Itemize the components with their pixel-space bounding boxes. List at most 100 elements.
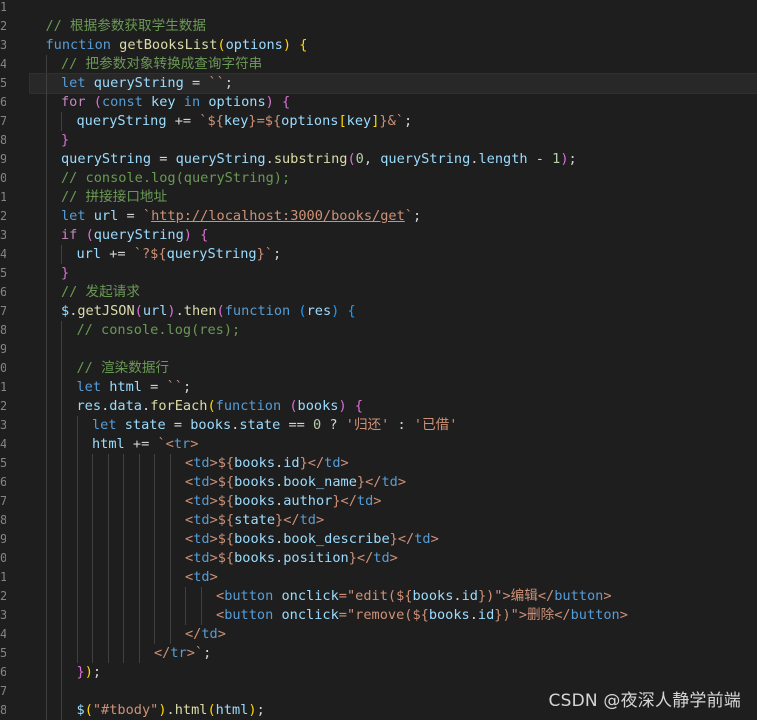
indent-guide — [45, 150, 47, 169]
code-line[interactable]: // console.log(res); — [30, 321, 757, 340]
code-line[interactable]: }); — [30, 663, 757, 682]
indent-guide — [107, 454, 109, 473]
code-text: } — [61, 131, 69, 150]
line-number: 9 — [0, 152, 6, 166]
code-line[interactable]: </td> — [30, 625, 757, 644]
code-token: . — [142, 398, 151, 414]
code-line[interactable]: <td>${books.author}</td> — [30, 492, 757, 511]
code-line[interactable]: // 拼接接口地址 — [30, 188, 757, 207]
indent-guide — [107, 625, 109, 644]
code-line[interactable]: let html = ``; — [30, 378, 757, 397]
indent-guide — [61, 492, 62, 511]
line-number: 0 — [0, 551, 6, 565]
code-line[interactable]: <td> — [30, 568, 757, 587]
code-token: { — [200, 227, 209, 243]
code-token: ( — [84, 702, 93, 718]
code-line[interactable]: queryString += `${key}=${options[key]}&`… — [30, 112, 757, 131]
code-token: . — [275, 550, 284, 566]
code-line[interactable]: // 渲染数据行 — [30, 359, 757, 378]
code-line[interactable]: html += `<tr> — [30, 435, 757, 454]
code-token: }=${ — [248, 113, 282, 129]
line-number: 3 — [0, 228, 6, 242]
code-line[interactable]: <button onclick="edit(${books.id})">编辑</… — [30, 587, 757, 606]
code-token: ( — [85, 227, 94, 243]
code-token: td — [356, 493, 374, 509]
indent-guide — [92, 549, 93, 568]
code-line[interactable]: <td>${books.id}</td> — [30, 454, 757, 473]
code-line[interactable]: } — [30, 131, 757, 150]
indent-guide — [138, 511, 140, 530]
indent-guide — [45, 321, 47, 340]
code-line[interactable]: } — [30, 264, 757, 283]
code-text: <td>${books.id}</td> — [185, 454, 349, 473]
line-number: 7 — [0, 684, 6, 698]
code-line[interactable]: for (const key in options) { — [30, 93, 757, 112]
code-token: url — [142, 303, 168, 319]
indent-guide — [138, 644, 140, 663]
code-line[interactable]: // 根据参数获取学生数据 — [30, 17, 757, 36]
code-token: >${ — [209, 550, 235, 566]
code-token: getBooksList — [119, 37, 218, 53]
code-area[interactable]: // 根据参数获取学生数据 function getBooksList(optio… — [29, 0, 757, 720]
code-line[interactable]: if (queryString) { — [30, 226, 757, 245]
indent-guide — [61, 663, 62, 682]
code-token: "#tbody" — [92, 702, 159, 718]
code-text: let html = ``; — [77, 378, 192, 397]
indent-guide — [45, 283, 47, 302]
code-line[interactable]: let state = books.state == 0 ? '归还' : '已… — [30, 416, 757, 435]
code-line[interactable]: // console.log(queryString); — [30, 169, 757, 188]
code-editor[interactable]: 1 2 3 4 5 6 7 8 9 0 1 2 3 4 5 6 7 8 9 0 1 2 3 4 5 6 7 8 9 0 1 2 3 4 5 6 7 8 /… — [0, 0, 757, 720]
code-token: position — [283, 550, 349, 566]
line-number: 3 — [0, 418, 6, 432]
code-line[interactable]: let url = `http://localhost:3000/books/g… — [30, 207, 757, 226]
indent-guide — [45, 644, 47, 663]
code-token: td — [193, 474, 210, 490]
code-text: <td>${books.author}</td> — [185, 492, 381, 511]
code-text: // 拼接接口地址 — [61, 188, 167, 207]
code-line[interactable]: function getBooksList(options) { — [30, 36, 757, 55]
code-token: `< — [157, 436, 174, 452]
code-text: } — [61, 264, 69, 283]
code-line[interactable]: <td>${books.book_describe}</td> — [30, 530, 757, 549]
code-token: >${ — [209, 512, 235, 528]
code-line[interactable]: <td>${state}</td> — [30, 511, 757, 530]
code-text: // 把参数对象转换成查询字符串 — [61, 55, 262, 74]
code-token: html — [215, 702, 249, 718]
code-token: options — [208, 94, 266, 110]
code-token: book_describe — [283, 531, 390, 547]
indent-guide — [45, 264, 47, 283]
code-token: > — [603, 588, 612, 604]
code-line[interactable]: $.getJSON(url).then(function (res) { — [30, 302, 757, 321]
indent-guide — [154, 625, 155, 644]
code-line[interactable]: <button onclick="remove(${books.id})">删除… — [30, 606, 757, 625]
indent-guide — [154, 568, 155, 587]
code-line[interactable] — [30, 0, 757, 17]
code-token: } — [61, 132, 70, 148]
code-token: `?${ — [133, 246, 167, 262]
code-token: ) — [84, 664, 93, 680]
indent-guide — [138, 473, 140, 492]
code-line[interactable]: <td>${books.position}</td> — [30, 549, 757, 568]
code-token: }` — [256, 246, 273, 262]
indent-guide — [45, 397, 47, 416]
code-token: = — [183, 75, 209, 91]
code-token: ( — [134, 303, 143, 319]
code-line[interactable]: queryString = queryString.substring(0, q… — [30, 150, 757, 169]
code-line[interactable]: let queryString = ``; — [29, 73, 757, 94]
code-line[interactable]: url += `?${queryString}`; — [30, 245, 757, 264]
line-number: 1 — [0, 380, 6, 394]
code-token: ( — [93, 94, 102, 110]
code-line[interactable]: // 发起请求 — [30, 283, 757, 302]
code-token: < — [185, 512, 194, 528]
code-line[interactable]: // 把参数对象转换成查询字符串 — [30, 55, 757, 74]
code-line[interactable] — [30, 340, 757, 359]
indent-guide — [45, 511, 47, 530]
code-line[interactable]: </tr>`; — [30, 644, 757, 663]
indent-guide — [123, 549, 124, 568]
code-line[interactable]: <td>${books.book_name}</td> — [30, 473, 757, 492]
indent-guide — [76, 492, 78, 511]
indent-guide — [45, 188, 47, 207]
code-text: // console.log(res); — [77, 321, 241, 340]
code-token: > — [340, 455, 349, 471]
code-line[interactable]: res.data.forEach(function (books) { — [30, 397, 757, 416]
